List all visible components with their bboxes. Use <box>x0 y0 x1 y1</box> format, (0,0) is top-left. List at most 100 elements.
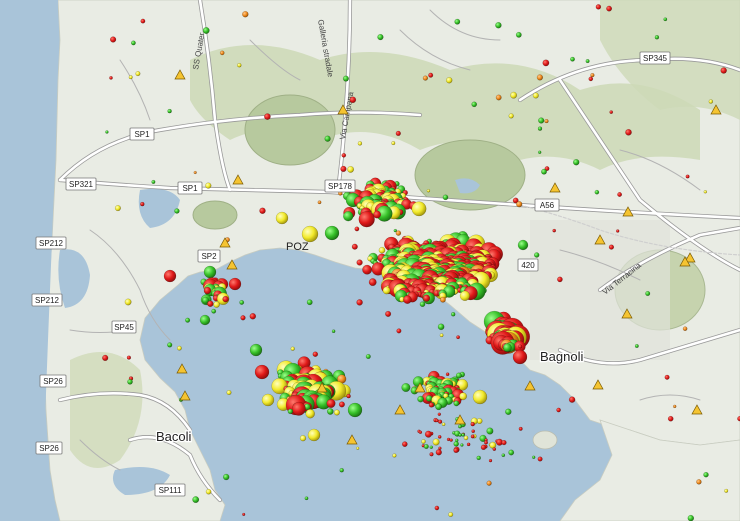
earthquake-marker[interactable] <box>395 130 401 137</box>
earthquake-marker[interactable] <box>471 429 476 434</box>
earthquake-marker[interactable] <box>211 308 217 314</box>
earthquake-marker[interactable] <box>222 295 229 303</box>
earthquake-marker[interactable] <box>378 246 386 254</box>
earthquake-marker[interactable] <box>459 290 471 301</box>
earthquake-marker[interactable] <box>542 59 550 67</box>
earthquake-marker[interactable] <box>228 277 242 291</box>
earthquake-marker[interactable] <box>130 40 136 46</box>
earthquake-marker[interactable] <box>124 298 132 306</box>
earthquake-marker[interactable] <box>516 201 523 208</box>
earthquake-marker[interactable] <box>495 22 502 29</box>
earthquake-marker[interactable] <box>358 211 375 228</box>
earthquake-marker[interactable] <box>368 278 377 286</box>
earthquake-marker[interactable] <box>466 442 471 447</box>
earthquake-marker[interactable] <box>333 409 340 416</box>
earthquake-marker[interactable] <box>429 452 434 457</box>
earthquake-marker[interactable] <box>356 259 363 266</box>
earthquake-marker[interactable] <box>290 346 295 351</box>
earthquake-marker[interactable] <box>249 343 263 357</box>
earthquake-marker[interactable] <box>306 299 313 306</box>
earthquake-marker[interactable] <box>351 243 358 250</box>
earthquake-marker[interactable] <box>423 444 429 450</box>
earthquake-marker[interactable] <box>340 165 347 173</box>
earthquake-marker[interactable] <box>538 150 542 155</box>
earthquake-marker[interactable] <box>264 113 271 120</box>
earthquake-marker[interactable] <box>377 33 384 41</box>
earthquake-marker[interactable] <box>135 71 141 77</box>
earthquake-marker[interactable] <box>625 128 632 136</box>
earthquake-marker[interactable] <box>437 435 442 439</box>
earthquake-marker[interactable] <box>568 396 576 403</box>
earthquake-marker[interactable] <box>324 135 331 142</box>
earthquake-marker[interactable] <box>193 170 197 175</box>
earthquake-marker[interactable] <box>703 190 707 194</box>
earthquake-marker[interactable] <box>354 226 360 232</box>
earthquake-marker[interactable] <box>508 449 515 456</box>
earthquake-marker[interactable] <box>537 456 543 462</box>
earthquake-marker[interactable] <box>654 35 660 40</box>
earthquake-marker[interactable] <box>458 424 463 429</box>
earthquake-marker[interactable] <box>259 207 266 215</box>
earthquake-marker[interactable] <box>401 441 408 447</box>
earthquake-marker[interactable] <box>438 419 443 424</box>
earthquake-marker[interactable] <box>502 343 512 352</box>
earthquake-marker[interactable] <box>362 264 372 275</box>
earthquake-marker[interactable] <box>347 165 354 173</box>
earthquake-marker[interactable] <box>403 295 412 304</box>
earthquake-marker[interactable] <box>432 438 440 446</box>
earthquake-marker[interactable] <box>202 27 210 34</box>
earthquake-marker[interactable] <box>167 342 173 348</box>
earthquake-marker[interactable] <box>203 265 217 279</box>
earthquake-marker[interactable] <box>356 446 360 450</box>
earthquake-marker[interactable] <box>411 201 427 217</box>
earthquake-marker[interactable] <box>476 455 481 461</box>
earthquake-marker[interactable] <box>205 488 212 495</box>
earthquake-marker[interactable] <box>453 447 459 454</box>
earthquake-marker[interactable] <box>590 72 595 78</box>
earthquake-marker[interactable] <box>426 188 431 193</box>
earthquake-marker[interactable] <box>343 211 354 222</box>
earthquake-marker[interactable] <box>708 99 713 104</box>
earthquake-marker[interactable] <box>456 335 460 340</box>
earthquake-marker[interactable] <box>417 395 424 403</box>
earthquake-marker[interactable] <box>461 433 465 437</box>
earthquake-marker[interactable] <box>557 276 563 283</box>
earthquake-marker[interactable] <box>205 182 212 189</box>
earthquake-marker[interactable] <box>537 126 543 131</box>
earthquake-marker[interactable] <box>480 444 487 450</box>
earthquake-marker[interactable] <box>449 438 453 442</box>
earthquake-marker[interactable] <box>421 439 426 444</box>
earthquake-marker[interactable] <box>434 505 440 511</box>
earthquake-marker[interactable] <box>126 355 131 360</box>
earthquake-marker[interactable] <box>429 445 433 449</box>
earthquake-marker[interactable] <box>489 441 497 449</box>
earthquake-marker[interactable] <box>609 110 614 114</box>
station-triangle-marker[interactable] <box>346 434 358 445</box>
earthquake-marker[interactable] <box>495 94 502 101</box>
earthquake-marker[interactable] <box>435 403 442 411</box>
earthquake-marker[interactable] <box>446 76 453 84</box>
earthquake-marker[interactable] <box>508 113 514 119</box>
earthquake-marker[interactable] <box>486 480 492 486</box>
earthquake-marker[interactable] <box>442 194 449 201</box>
earthquake-marker[interactable] <box>472 389 488 405</box>
earthquake-marker[interactable] <box>663 17 668 22</box>
earthquake-marker[interactable] <box>486 427 494 435</box>
earthquake-marker[interactable] <box>127 378 133 385</box>
earthquake-marker[interactable] <box>140 18 146 24</box>
earthquake-marker[interactable] <box>199 314 211 326</box>
earthquake-marker[interactable] <box>720 67 727 74</box>
map-canvas[interactable]: SS Quater Galleria stradale Via Campana … <box>0 0 740 521</box>
earthquake-marker[interactable] <box>608 244 615 250</box>
earthquake-marker[interactable] <box>536 74 544 81</box>
earthquake-marker[interactable] <box>532 455 536 459</box>
earthquake-marker[interactable] <box>109 76 113 80</box>
station-triangle-marker[interactable] <box>179 390 191 401</box>
earthquake-marker[interactable] <box>505 408 512 415</box>
earthquake-marker[interactable] <box>484 440 489 445</box>
earthquake-marker[interactable] <box>237 62 242 68</box>
earthquake-marker[interactable] <box>667 415 674 422</box>
earthquake-marker[interactable] <box>401 383 411 393</box>
earthquake-marker[interactable] <box>326 408 334 415</box>
earthquake-marker[interactable] <box>226 390 232 396</box>
